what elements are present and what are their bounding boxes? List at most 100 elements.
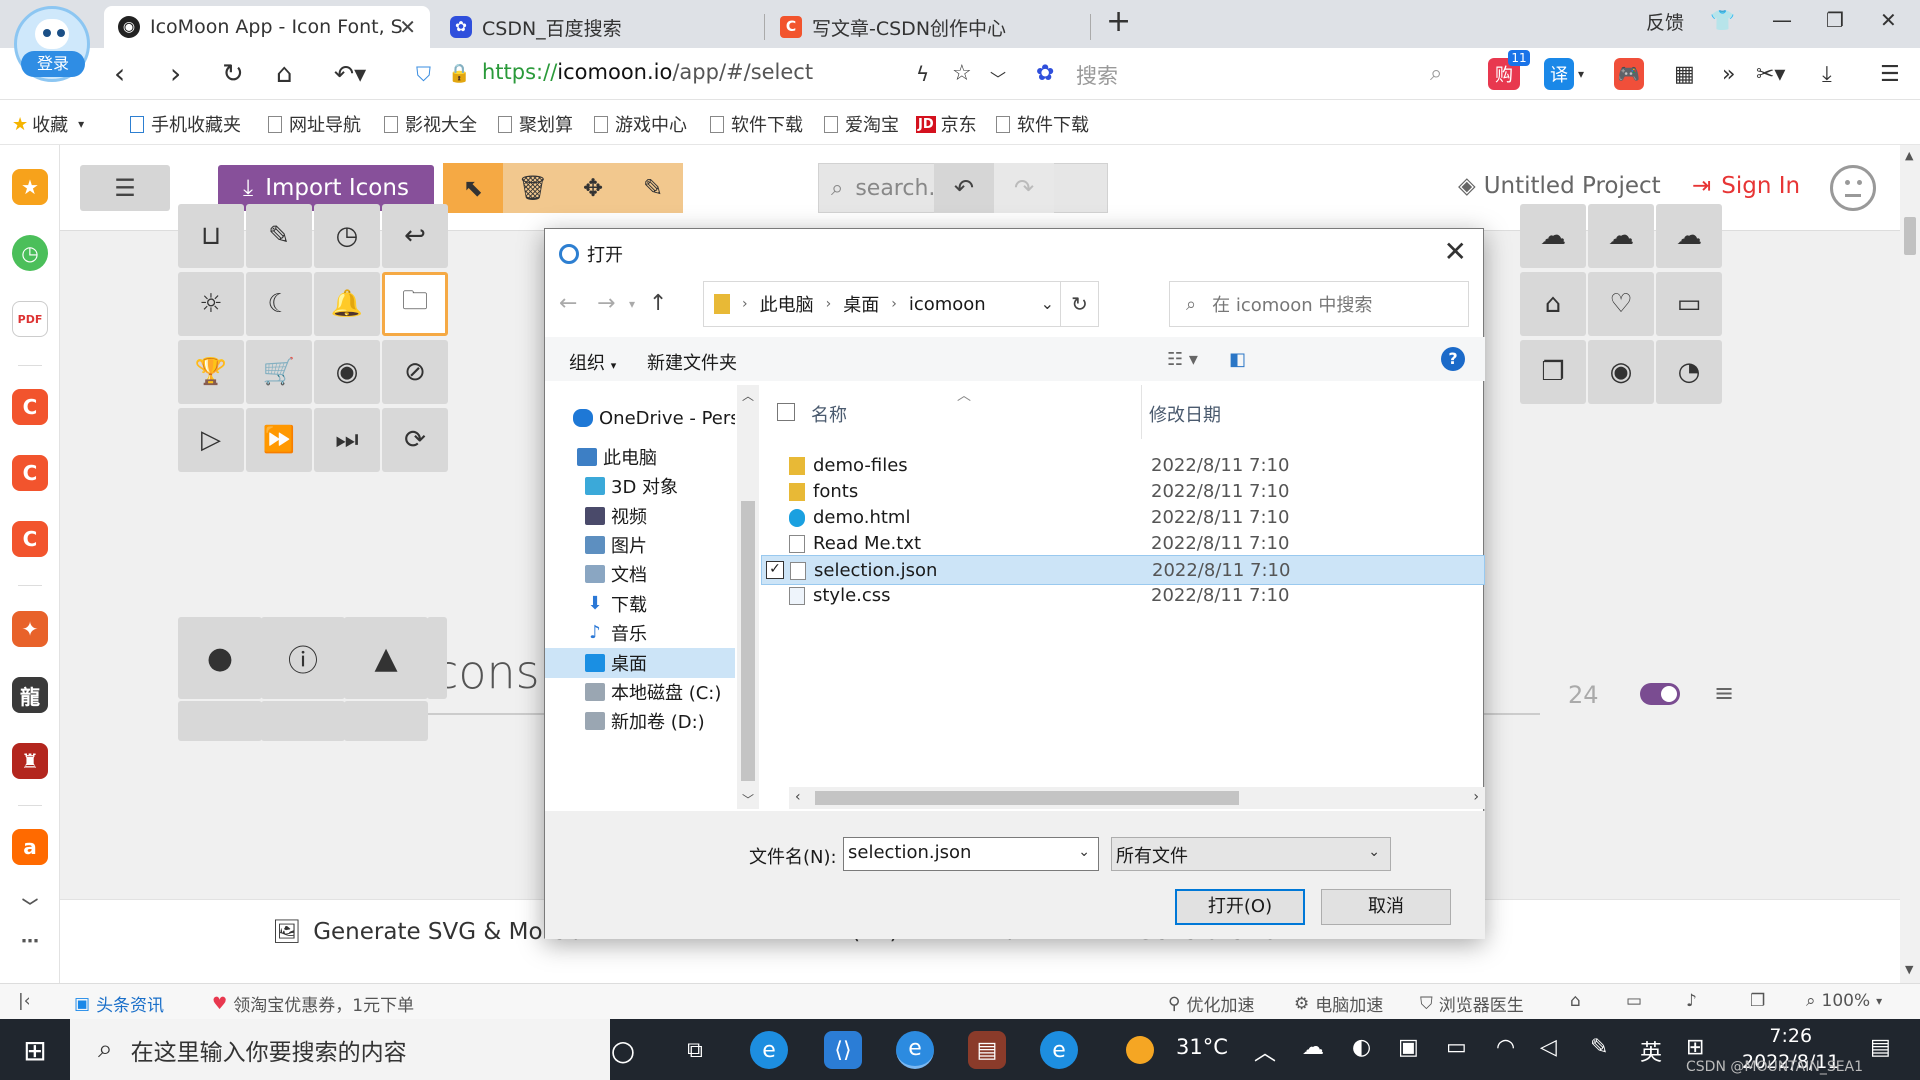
user-avatar[interactable]: 登录 [14, 6, 90, 82]
ie-browser-icon[interactable]: e [896, 1031, 934, 1069]
toggle-icon[interactable]: ◉ [1588, 340, 1654, 404]
page-scrollbar[interactable]: ▲ ▼ [1900, 145, 1920, 983]
bookmark-item[interactable]: 影视大全 [384, 111, 477, 137]
scroll-down-icon[interactable]: ﹀ [742, 791, 754, 808]
back-arrow-icon[interactable]: ← [559, 291, 577, 316]
cortana-circle-icon[interactable]: ○ [604, 1031, 642, 1069]
zoom-control[interactable]: ⌕ 100% ▾ [1806, 991, 1882, 1011]
tree-scroll-thumb[interactable] [741, 501, 755, 781]
folder-icon[interactable]: 🗀 [382, 272, 448, 336]
row-checkbox[interactable]: ✓ [766, 561, 784, 579]
error-outline-icon[interactable]: ⓘ [261, 617, 345, 699]
lightning-icon[interactable]: ϟ [916, 58, 929, 90]
pen-icon[interactable]: ✎ [1590, 1035, 1608, 1060]
login-button[interactable]: 登录 [21, 51, 85, 77]
block-icon[interactable]: ⊘ [382, 340, 448, 404]
vr-icon[interactable]: ▭ [1626, 991, 1642, 1011]
translate-icon[interactable]: 译 [1544, 58, 1574, 90]
bell-icon[interactable]: 🔔 [314, 272, 380, 336]
section-toggle[interactable] [1640, 683, 1680, 705]
new-tab-button[interactable]: + [1106, 4, 1131, 39]
move-tool-icon[interactable]: ✥ [563, 163, 623, 213]
tree-item-music[interactable]: ♪ 音乐 [545, 618, 735, 648]
tree-item-drive-c[interactable]: 本地磁盘 (C:) [545, 677, 735, 707]
scroll-left-icon[interactable]: ‹ [795, 789, 801, 805]
filetype-select[interactable]: 所有文件 ⌄ [1111, 837, 1391, 871]
forward-icon[interactable]: › [170, 58, 181, 90]
edit-icon[interactable]: ✎ [246, 204, 312, 268]
chevron-down-icon[interactable]: ⌄ [1041, 294, 1054, 313]
file-list-hscrollbar[interactable]: ‹ › [789, 787, 1485, 809]
trophy-icon[interactable]: 🏆 [178, 340, 244, 404]
tree-item-drive-d[interactable]: 新加卷 (D:) [545, 706, 735, 736]
game-controller-icon[interactable]: 🎮 [1614, 58, 1644, 90]
url-field[interactable]: https://icomoon.io/app/#/select [482, 60, 813, 84]
window-close-button[interactable]: ✕ [1880, 8, 1897, 32]
browser-doctor-button[interactable]: ⛉ 浏览器医生 [1420, 991, 1524, 1017]
csdn-icon[interactable]: C [12, 521, 48, 557]
chevron-down-icon[interactable]: ﹀ [12, 887, 48, 923]
redo-icon[interactable]: ↷ [994, 163, 1054, 213]
bookmark-item[interactable]: 爱淘宝 [824, 111, 899, 137]
history-clock-icon[interactable]: ◷ [12, 235, 48, 271]
delete-tool-icon[interactable]: 🗑 [503, 163, 563, 213]
reload-icon[interactable]: ↻ [222, 58, 244, 90]
notification-icon[interactable]: ▤ [1870, 1035, 1891, 1060]
tree-item-onedrive[interactable]: OneDrive - Persc [545, 403, 735, 433]
generate-svg-button[interactable]: 🖼 Generate SVG & More [272, 918, 566, 946]
home-icon[interactable]: ⌂ [276, 58, 293, 90]
tray-app-icon[interactable]: ▣ [1398, 1035, 1419, 1060]
back-icon[interactable]: ‹ [114, 58, 125, 90]
scrollbar-thumb[interactable] [1904, 217, 1916, 255]
legend-game-icon[interactable]: ♜ [12, 743, 48, 779]
optimize-button[interactable]: ⚲ 优化加速 [1168, 991, 1254, 1017]
bookmark-item[interactable]: 游戏中心 [594, 111, 687, 137]
tab-close-icon[interactable]: ✕ [399, 15, 416, 39]
preview-pane-icon[interactable]: ◧ [1229, 349, 1246, 370]
scroll-up-icon[interactable]: ▲ [1905, 149, 1913, 162]
tree-item-pictures[interactable]: 图片 [545, 530, 735, 560]
dialog-close-icon[interactable]: ✕ [1444, 235, 1467, 268]
bookmark-star-icon[interactable]: ☆ [952, 58, 972, 90]
edit-tool-icon[interactable]: ✎ [623, 163, 683, 213]
refresh-icon[interactable]: ↻ [1060, 282, 1098, 326]
user-smiley-icon[interactable] [1830, 165, 1876, 211]
view-options-icon[interactable]: ☷ ▾ [1167, 349, 1198, 370]
bookmark-item[interactable]: JD 京东 [916, 111, 977, 137]
csdn-icon[interactable]: C [12, 389, 48, 425]
project-name[interactable]: ◈ Untitled Project [1458, 173, 1661, 199]
filename-input[interactable]: selection.json ⌄ [843, 837, 1099, 871]
up-arrow-icon[interactable]: ↑ [649, 291, 667, 316]
scroll-down-icon[interactable]: ▼ [1905, 963, 1913, 976]
organize-button[interactable]: 组织 ▾ [569, 349, 616, 375]
browser-search-input[interactable]: 搜索 [1076, 60, 1118, 90]
refresh-icon[interactable]: ⟳ [382, 408, 448, 472]
winrar-icon[interactable]: ▤ [968, 1031, 1006, 1069]
material-icon-partial[interactable] [178, 701, 262, 741]
cloud-upload-icon[interactable]: ☁ [1588, 204, 1654, 268]
wifi-icon[interactable]: ◠ [1496, 1035, 1515, 1060]
open-button[interactable]: 打开(O) [1175, 889, 1305, 925]
favorites-star-icon[interactable]: ★ [12, 169, 48, 205]
breadcrumb-item[interactable]: icomoon [909, 294, 986, 315]
tree-item-videos[interactable]: 视频 [545, 501, 735, 531]
tray-expand-icon[interactable]: ︿ [1254, 1035, 1276, 1067]
scroll-right-icon[interactable]: › [1473, 789, 1479, 805]
section-menu-icon[interactable]: ≡ [1714, 679, 1734, 707]
bookmark-item[interactable]: 软件下载 [996, 111, 1089, 137]
ime-mode-icon[interactable]: ⊞ [1686, 1035, 1704, 1060]
hamburger-menu-button[interactable]: ☰ [80, 165, 170, 211]
window-icon[interactable]: ❐ [1750, 991, 1765, 1011]
apps-grid-icon[interactable]: ▦ [1674, 58, 1695, 90]
sidebar-toggle-icon[interactable]: |‹ [18, 991, 31, 1011]
promo-link[interactable]: ♥ 领淘宝优惠券，1元下单 [212, 991, 414, 1017]
feedback-link[interactable]: 反馈 [1646, 8, 1684, 35]
volume-icon[interactable]: ♪ [1686, 991, 1697, 1011]
download-icon[interactable]: ⤓ [1822, 58, 1832, 90]
heart-icon[interactable]: ♡ [1588, 272, 1654, 336]
undo-close-icon[interactable]: ↶▾ [334, 58, 366, 90]
help-icon[interactable]: ? [1441, 347, 1465, 371]
gauge-icon[interactable]: ◔ [1656, 340, 1722, 404]
cart-icon[interactable]: 🛒 [246, 340, 312, 404]
tree-item-3d-objects[interactable]: 3D 对象 [545, 471, 735, 501]
